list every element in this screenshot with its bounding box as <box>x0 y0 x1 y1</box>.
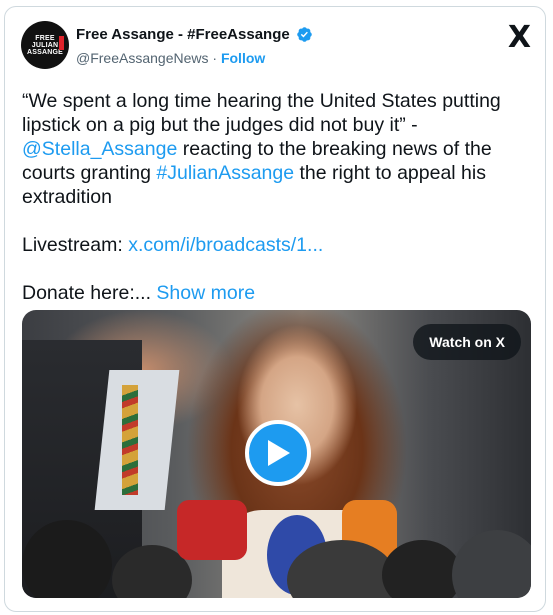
microphone <box>177 500 247 560</box>
livestream-label: Livestream: <box>22 234 129 256</box>
tweet-quote-text: “We spent a long time hearing the United… <box>22 90 501 136</box>
mention-link[interactable]: @Stella_Assange <box>22 138 177 160</box>
x-logo-icon[interactable]: X <box>508 23 531 53</box>
follow-button[interactable]: Follow <box>221 50 265 66</box>
avatar-exclamation-mark <box>59 36 64 50</box>
handle-separator: · <box>212 50 218 66</box>
avatar[interactable]: FREE JULIAN ASSANGE <box>21 21 69 69</box>
livestream-paragraph: Livestream: x.com/i/broadcasts/1... <box>22 233 532 257</box>
tweet-text: “We spent a long time hearing the United… <box>22 89 532 305</box>
play-button[interactable] <box>245 420 311 486</box>
verified-badge-icon <box>296 27 312 42</box>
avatar-text-line-3: ASSANGE <box>26 48 64 56</box>
avatar-text-line-1: FREE <box>35 34 55 42</box>
watch-on-x-button[interactable]: Watch on X <box>413 324 521 360</box>
tweet-quote-paragraph: “We spent a long time hearing the United… <box>22 89 532 209</box>
author-handle-row: @FreeAssangeNews · Follow <box>76 50 265 66</box>
play-icon <box>268 440 290 466</box>
livestream-link[interactable]: x.com/i/broadcasts/1... <box>128 234 323 256</box>
author-handle[interactable]: @FreeAssangeNews <box>76 50 209 66</box>
tweet-card[interactable]: FREE JULIAN ASSANGE Free Assange - #Free… <box>4 6 546 612</box>
background-person-tie <box>122 385 138 495</box>
donate-paragraph: Donate here:... Show more <box>22 281 532 305</box>
author-name-row: Free Assange - #FreeAssange <box>76 26 313 43</box>
microphone <box>382 540 462 598</box>
hashtag-link[interactable]: #JulianAssange <box>156 162 294 184</box>
video-thumbnail[interactable]: Watch on X <box>22 310 531 598</box>
show-more-link[interactable]: Show more <box>156 282 255 304</box>
author-display-name[interactable]: Free Assange - #FreeAssange <box>76 26 290 43</box>
avatar-text-line-2: JULIAN <box>31 41 59 49</box>
microphone <box>452 530 531 598</box>
donate-label: Donate here:... <box>22 282 157 304</box>
